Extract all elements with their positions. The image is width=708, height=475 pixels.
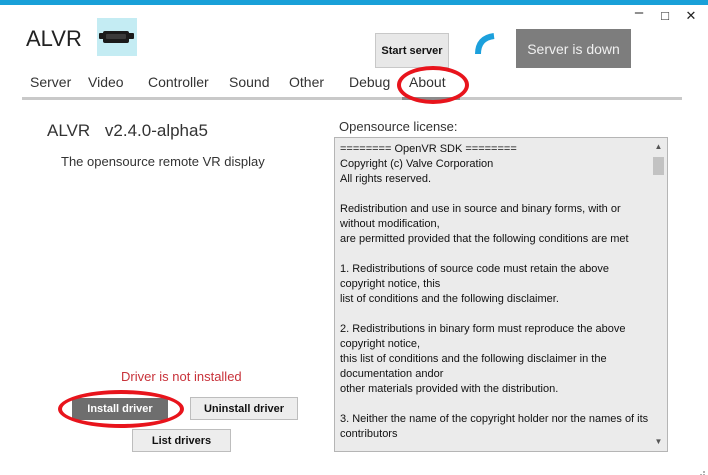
install-driver-button[interactable]: Install driver (72, 398, 168, 420)
uninstall-driver-button[interactable]: Uninstall driver (190, 397, 298, 420)
tab-controller[interactable]: Controller (148, 74, 209, 90)
tab-server[interactable]: Server (30, 74, 71, 90)
list-drivers-button[interactable]: List drivers (132, 429, 231, 452)
license-label: Opensource license: (339, 119, 458, 134)
about-app-title: ALVR (47, 121, 91, 140)
tab-sound[interactable]: Sound (229, 74, 269, 90)
driver-status-text: Driver is not installed (121, 369, 242, 384)
license-textbox[interactable]: ======== OpenVR SDK ======== Copyright (… (334, 137, 668, 452)
scroll-down-icon[interactable]: ▼ (650, 435, 667, 449)
minimize-button[interactable]: – (632, 4, 646, 21)
tab-video[interactable]: Video (88, 74, 124, 90)
scroll-up-icon[interactable]: ▲ (650, 140, 667, 154)
app-title: ALVR (26, 26, 82, 51)
tab-divider (22, 97, 682, 100)
window-accent-strip (0, 0, 708, 5)
close-button[interactable]: ✕ (684, 8, 698, 24)
scroll-thumb[interactable] (653, 157, 664, 175)
maximize-button[interactable]: □ (658, 8, 672, 23)
vr-headset-icon (97, 18, 137, 56)
server-status-badge: Server is down (516, 29, 631, 68)
tab-other[interactable]: Other (289, 74, 324, 90)
license-scrollbar[interactable]: ▲ ▼ (650, 138, 667, 451)
loading-spinner-icon (470, 30, 498, 67)
tab-debug[interactable]: Debug (349, 74, 390, 90)
license-text: ======== OpenVR SDK ======== Copyright (… (340, 143, 649, 440)
start-server-button[interactable]: Start server (375, 33, 449, 68)
resize-grip-icon[interactable] (697, 464, 706, 475)
tab-bar: Server Video Controller Sound Other Debu… (0, 74, 708, 94)
tab-about[interactable]: About (409, 74, 446, 90)
about-app-name: ALVR v2.4.0-alpha5 (47, 121, 208, 141)
active-tab-indicator (402, 97, 460, 100)
about-description: The opensource remote VR display (61, 154, 265, 169)
about-version: v2.4.0-alpha5 (104, 121, 208, 140)
